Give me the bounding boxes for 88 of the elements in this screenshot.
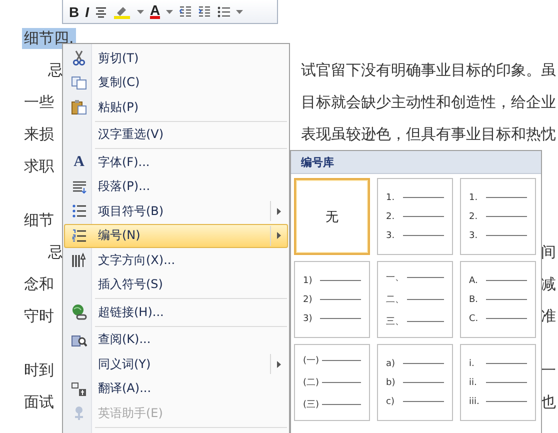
numbering-option[interactable]: 1. 2. 3.: [460, 178, 536, 255]
numbered-list-icon: [72, 228, 86, 243]
document-text: 目标就会缺少主动性和创造性，给企业: [301, 92, 557, 112]
menu-item[interactable]: 剪切(T): [64, 46, 288, 70]
list-marker: 2): [303, 294, 314, 304]
menu-item[interactable]: 超链接(H)...: [64, 300, 288, 324]
dropdown-caret-icon[interactable]: [166, 10, 174, 14]
numbering-option[interactable]: A. B. C.: [460, 261, 536, 338]
gallery-title: 编号库: [301, 154, 334, 170]
numbering-option[interactable]: 1. 2. 3.: [377, 178, 453, 255]
document-text: 一些: [23, 92, 55, 112]
menu-item[interactable]: 段落(P)...: [64, 174, 288, 199]
increase-indent-button[interactable]: [198, 6, 212, 18]
clipboard-icon: [71, 99, 87, 116]
menu-item[interactable]: 文字方向(X)...: [64, 248, 288, 272]
align-button[interactable]: [95, 6, 108, 18]
list-marker: ii.: [469, 378, 478, 388]
menu-item[interactable]: 插入符号(S): [64, 272, 288, 297]
document-text: 减: [541, 274, 557, 294]
selected-text: 细节四.: [22, 28, 76, 48]
document-text: 念和: [23, 274, 55, 294]
list-marker: 3.: [469, 230, 479, 240]
list-marker: 3): [303, 314, 314, 324]
list-marker: a): [386, 358, 396, 368]
highlight-button[interactable]: [113, 4, 132, 18]
bold-button[interactable]: B: [69, 4, 80, 20]
dropdown-caret-icon[interactable]: [236, 10, 244, 14]
globe-link-icon: [71, 304, 87, 320]
numbering-option[interactable]: a) b) c): [377, 344, 453, 421]
list-marker: b): [386, 378, 396, 388]
paragraph-icon: [72, 180, 86, 194]
copy-icon: [71, 76, 87, 90]
document-text: 忌: [47, 242, 64, 262]
list-marker: 一、: [386, 272, 404, 284]
document-text: 表现虽较逊色，但具有事业目标和热忱: [301, 124, 557, 144]
document-text: 细节: [23, 210, 55, 230]
text-direction-icon: [71, 252, 87, 268]
menu-item[interactable]: 项目符号(B): [64, 199, 288, 224]
italic-button[interactable]: I: [85, 4, 90, 20]
decrease-indent-button[interactable]: [179, 6, 192, 18]
list-marker: 三、: [386, 316, 404, 328]
list-marker: c): [386, 396, 396, 406]
font-color-button[interactable]: A: [150, 4, 160, 19]
list-marker: 3.: [386, 230, 396, 240]
menu-item[interactable]: 同义词(Y): [64, 352, 288, 376]
numbering-option[interactable]: 无: [294, 178, 370, 255]
bullets-button[interactable]: [217, 6, 230, 18]
document-text: 准: [541, 306, 557, 326]
menu-item[interactable]: 复制(C): [64, 70, 288, 95]
list-marker: iii.: [469, 396, 480, 406]
scissors-icon: [72, 50, 86, 66]
list-marker: (二): [303, 377, 320, 389]
numbering-option[interactable]: (一) (二) (三): [294, 344, 370, 421]
document-text: 面试: [23, 392, 55, 412]
list-marker: C.: [469, 314, 480, 324]
menu-item[interactable]: 编号(N): [64, 224, 288, 248]
document-text: 求职: [23, 156, 55, 176]
document-text: 间: [541, 242, 557, 262]
list-marker: A.: [469, 276, 479, 286]
translate-icon: [71, 380, 87, 397]
list-marker: B.: [469, 294, 480, 304]
list-marker: 二、: [386, 294, 404, 306]
document-text: 守时: [23, 306, 55, 326]
document-text: 也: [541, 392, 557, 412]
list-marker: 2.: [386, 212, 396, 222]
menu-item[interactable]: 查阅(K)...: [64, 328, 288, 352]
menu-item[interactable]: 翻译(A)...: [64, 376, 288, 401]
document-text: 试官留下没有明确事业目标的印象。虽: [301, 60, 557, 80]
dropdown-caret-icon[interactable]: [137, 10, 144, 14]
list-marker: (一): [303, 355, 320, 367]
font-icon: A: [74, 154, 84, 171]
menu-item[interactable]: 汉字重选(V): [64, 122, 288, 147]
list-marker: i.: [469, 358, 476, 368]
document-text: 一: [541, 360, 557, 380]
menu-item[interactable]: A 字体(F)...: [64, 150, 288, 174]
list-marker: 1): [303, 276, 314, 286]
document-text: 来损: [23, 124, 55, 144]
bullet-list-icon: [72, 204, 86, 218]
document-text: 时到: [23, 360, 55, 380]
numbering-option[interactable]: i. ii. iii.: [460, 344, 536, 421]
list-marker: 1.: [386, 192, 396, 202]
list-marker: 2.: [469, 212, 479, 222]
document-text: 忌: [47, 60, 64, 80]
list-marker: (三): [303, 399, 320, 411]
numbering-option[interactable]: 一、 二、 三、: [377, 261, 453, 338]
menu-item[interactable]: 粘贴(P): [64, 95, 288, 120]
list-marker: 1.: [469, 192, 479, 202]
numbering-option[interactable]: 1) 2) 3): [294, 261, 370, 338]
